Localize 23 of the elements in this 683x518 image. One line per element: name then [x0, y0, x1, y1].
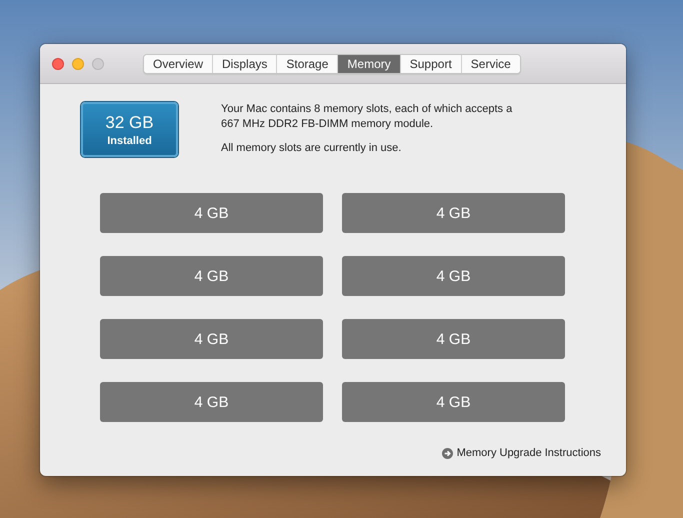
memory-slot: 4 GB — [342, 382, 565, 422]
memory-slot: 4 GB — [100, 256, 323, 296]
description-text: Your Mac contains 8 memory slots, each of which accepts a 667 MHz DDR2 FB-DIMM memory module. — [221, 102, 514, 132]
memory-slot: 4 GB — [342, 193, 565, 233]
memory-amount: 32 GB — [105, 112, 154, 132]
tab[interactable]: Support — [400, 54, 461, 72]
tab[interactable]: Service — [460, 54, 520, 72]
tab[interactable]: Storage — [276, 54, 338, 72]
description-text: All memory slots are currently in use. — [221, 141, 402, 156]
memory-slot: 4 GB — [100, 193, 323, 233]
arrow-circle-icon — [442, 448, 453, 458]
memory-slot: 4 GB — [100, 382, 323, 422]
tab[interactable]: Overview — [144, 54, 212, 72]
memory-slot: 4 GB — [342, 319, 565, 359]
installed-caption: Installed — [107, 134, 152, 146]
memory-slot: 4 GB — [100, 319, 323, 359]
minimize-button[interactable] — [72, 58, 84, 70]
memory-slot: 4 GB — [342, 256, 565, 296]
zoom-button[interactable] — [92, 58, 104, 70]
upgrade-instructions-link[interactable]: Memory Upgrade Instructions — [442, 447, 601, 459]
tab[interactable]: Displays — [212, 54, 276, 72]
close-button[interactable] — [52, 58, 64, 70]
tab[interactable]: Memory — [337, 54, 400, 72]
